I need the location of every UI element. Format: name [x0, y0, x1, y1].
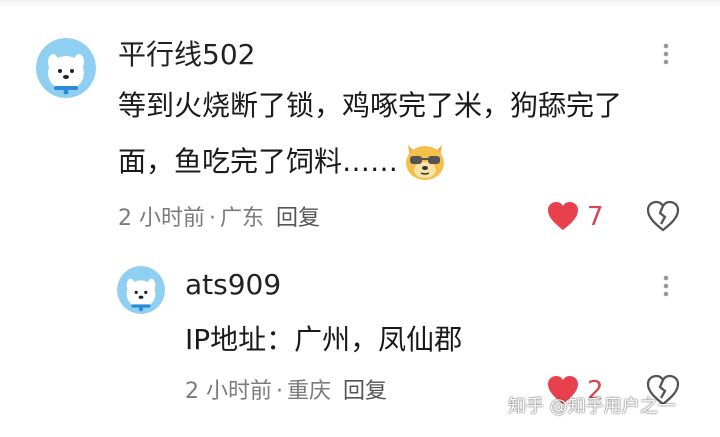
like-count: 7	[587, 202, 604, 232]
watermark: 知乎 @知乎用户之一	[508, 396, 676, 417]
comment-username[interactable]: 平行线502	[118, 38, 255, 72]
dislike-broken-heart-icon[interactable]	[645, 198, 681, 234]
like-heart-icon[interactable]	[546, 200, 580, 232]
top-divider	[0, 0, 720, 8]
reply-text: IP地址：广州，凤仙郡	[185, 323, 463, 356]
comment-meta: 2 小时前 · 广东 回复	[118, 205, 320, 233]
dog-avatar-icon	[117, 266, 165, 314]
reply-avatar[interactable]	[117, 266, 165, 314]
reply-location: 重庆	[287, 379, 332, 404]
comment-text-line-2-content: 面，鱼吃完了饲料……	[118, 145, 399, 178]
comment-text-line-1: 等到火烧断了锁，鸡啄完了米，狗舔完了	[118, 89, 623, 122]
separator-dot: ·	[276, 379, 283, 404]
avatar[interactable]	[36, 38, 96, 98]
doge-sunglasses-emoji-icon	[402, 137, 448, 183]
dog-avatar-icon	[36, 38, 96, 98]
comment-text-line-2: 面，鱼吃完了饲料……	[118, 134, 448, 190]
reply-username[interactable]: ats909	[185, 268, 281, 302]
comment-time: 2 小时前	[118, 206, 205, 231]
reply-button[interactable]: 回复	[276, 206, 320, 231]
separator-dot: ·	[209, 206, 216, 231]
reply-time: 2 小时前	[185, 379, 272, 404]
reply-button[interactable]: 回复	[343, 379, 387, 404]
comment-location: 广东	[220, 206, 265, 231]
more-options-icon[interactable]	[652, 40, 680, 68]
reply-meta: 2 小时前 · 重庆 回复	[185, 378, 387, 406]
more-options-icon[interactable]	[652, 272, 680, 300]
